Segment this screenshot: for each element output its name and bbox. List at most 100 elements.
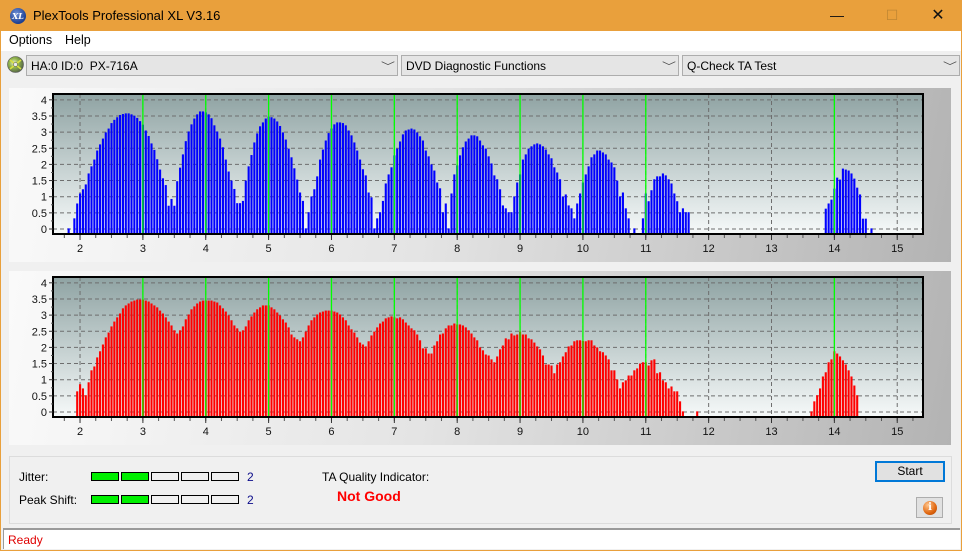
x-tick-label: 7 [391, 243, 397, 255]
bar [596, 150, 599, 234]
x-tick-label: 12 [703, 426, 715, 438]
meter-segment [121, 472, 149, 481]
title-bar[interactable]: XL PlexTools Professional XL V3.16 — ☐ ✕ [1, 0, 962, 31]
bar [653, 359, 656, 417]
y-tick-label: 0 [41, 224, 47, 236]
bar [441, 333, 444, 417]
y-tick-label: 2.5 [32, 143, 47, 155]
start-button[interactable]: Start [875, 461, 945, 482]
bar [339, 122, 342, 234]
bar [201, 111, 204, 234]
bar [461, 147, 464, 234]
bar [110, 326, 113, 417]
bar [184, 141, 187, 234]
bar [84, 395, 87, 417]
bar [404, 130, 407, 234]
meter-segment [181, 472, 209, 481]
bar [316, 176, 319, 234]
bar [239, 331, 242, 417]
meter-segment [91, 495, 119, 504]
bar [270, 117, 273, 234]
info-button[interactable]: i [916, 497, 943, 518]
bar [524, 154, 527, 234]
bar [564, 194, 567, 234]
bar [121, 308, 124, 417]
drive-select[interactable]: HA:0 ID:0 PX-716A ﹀ [26, 55, 398, 76]
bar [290, 334, 293, 417]
bar [230, 320, 233, 417]
bar [421, 348, 424, 417]
menu-bar: Options Help [1, 31, 961, 51]
toolbar: HA:0 ID:0 PX-716A ﹀ DVD Diagnostic Funct… [1, 52, 961, 78]
bar [113, 321, 116, 417]
bar [416, 334, 419, 417]
bar [116, 117, 119, 234]
bar [616, 180, 619, 234]
bar [93, 366, 96, 417]
function-select[interactable]: DVD Diagnostic Functions ﹀ [401, 55, 679, 76]
bar [173, 330, 176, 417]
bar [824, 372, 827, 417]
bar [576, 203, 579, 234]
bar [630, 375, 633, 417]
bar [241, 200, 244, 234]
bar [467, 138, 470, 234]
bar [224, 159, 227, 234]
bar [153, 305, 156, 417]
y-tick-label: 3 [41, 310, 47, 322]
bar [841, 168, 844, 234]
peak-shift-label: Peak Shift: [19, 493, 78, 507]
bar [627, 375, 630, 417]
bar [484, 148, 487, 234]
y-tick-label: 4 [41, 278, 47, 290]
x-tick-label: 4 [203, 426, 209, 438]
bar [424, 150, 427, 234]
bar [601, 152, 604, 234]
meter-segment [91, 472, 119, 481]
bar [613, 370, 616, 417]
bar [253, 142, 256, 234]
bar [381, 321, 384, 417]
bar [179, 330, 182, 417]
bar [101, 138, 104, 234]
bar [239, 203, 242, 234]
bar [90, 370, 93, 417]
bar [279, 315, 282, 417]
ta-quality-label: TA Quality Indicator: [322, 470, 430, 484]
bar [641, 218, 644, 234]
close-button[interactable]: ✕ [915, 0, 961, 31]
bar [441, 212, 444, 234]
menu-options[interactable]: Options [9, 33, 52, 47]
bar [530, 339, 533, 417]
bar [567, 346, 570, 417]
bar [139, 121, 142, 234]
bar [221, 308, 224, 417]
menu-help[interactable]: Help [65, 33, 91, 47]
x-tick-label: 6 [328, 426, 334, 438]
bar [381, 200, 384, 234]
bar [333, 124, 336, 234]
bar [536, 346, 539, 417]
bar [487, 156, 490, 234]
x-tick-label: 15 [891, 243, 903, 255]
bar [110, 123, 113, 234]
bar [87, 382, 90, 417]
bar [596, 347, 599, 417]
bar [121, 114, 124, 234]
bar [99, 144, 102, 234]
bar [824, 208, 827, 234]
bar [347, 130, 350, 234]
test-select[interactable]: Q-Check TA Test ﹀ [682, 55, 960, 76]
minimize-button[interactable]: — [814, 0, 860, 31]
bar [619, 196, 622, 234]
bar [156, 307, 159, 417]
bar [450, 325, 453, 417]
y-tick-label: 4 [41, 95, 47, 107]
status-text: Ready [8, 533, 43, 547]
bar [836, 353, 839, 417]
info-icon: i [923, 501, 937, 515]
bar [250, 316, 253, 417]
chevron-down-icon: ﹀ [943, 62, 957, 73]
maximize-button[interactable]: ☐ [869, 0, 915, 31]
bar [527, 148, 530, 234]
